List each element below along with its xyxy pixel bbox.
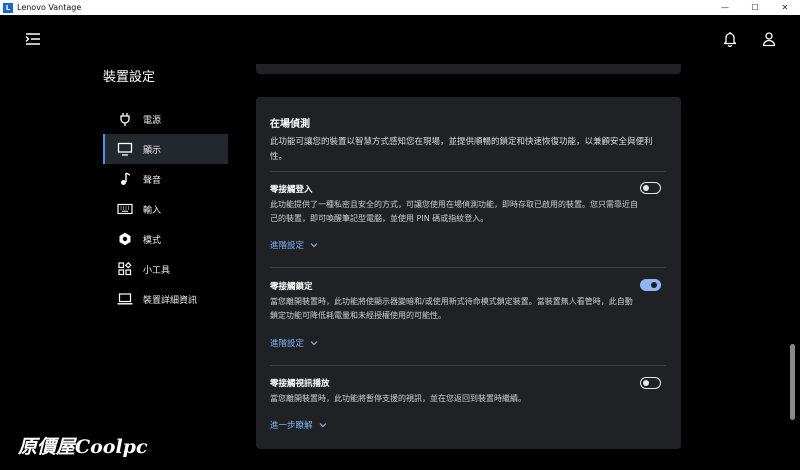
zero-touch-video-toggle[interactable] <box>640 377 661 389</box>
laptop-icon <box>117 293 133 305</box>
advanced-settings-link[interactable]: 進階設定 <box>270 337 318 349</box>
sidebar-item-label: 顯示 <box>143 145 162 156</box>
sidebar-nav: 電源 顯示 聲音 輸入 模式 小工具 裝置詳細資訊 <box>103 104 228 314</box>
section-title: 在場偵測 <box>270 119 310 130</box>
power-plug-icon <box>120 113 130 126</box>
widgets-icon <box>118 262 132 276</box>
presence-detection-card: 在場偵測 此功能可讓您的裝置以智慧方式感知您在現場，並提供順暢的鎖定和快速恢復功… <box>256 97 681 449</box>
divider <box>270 171 666 172</box>
close-button[interactable]: ✕ <box>770 0 800 15</box>
setting-title-zero-touch-lock: 零接觸鎖定 <box>270 282 313 292</box>
setting-title-zero-touch-login: 零接觸登入 <box>270 185 313 195</box>
divider <box>270 267 666 268</box>
zero-touch-login-toggle[interactable] <box>640 182 661 194</box>
hexagon-mode-icon <box>119 232 131 246</box>
sidebar-item-mode[interactable]: 模式 <box>103 224 228 254</box>
setting-description: 當您離開裝置時，此功能將暫停支援的視訊，並在您返回到裝置時繼續。 <box>270 394 526 403</box>
watermark-logo: 原價屋Coolpc <box>18 436 148 458</box>
window-title-bar: L Lenovo Vantage — ☐ ✕ <box>0 0 800 15</box>
sidebar-item-power[interactable]: 電源 <box>103 104 228 134</box>
sidebar-item-label: 裝置詳細資訊 <box>143 295 198 306</box>
collapse-menu-icon[interactable] <box>25 32 41 46</box>
minimize-button[interactable]: — <box>710 0 740 15</box>
sidebar-item-sound[interactable]: 聲音 <box>103 164 228 194</box>
toggle-knob <box>651 281 657 288</box>
previous-section-card <box>256 64 681 74</box>
toggle-knob <box>643 184 649 191</box>
scrollbar-thumb[interactable] <box>790 344 795 420</box>
sidebar-item-label: 模式 <box>143 235 162 246</box>
sidebar-item-label: 電源 <box>143 115 162 126</box>
setting-description: 此功能提供了一種私密且安全的方式，可讓您使用在場偵測功能，即時存取已啟用的裝置。… <box>270 200 638 223</box>
sidebar-item-widgets[interactable]: 小工具 <box>103 254 228 284</box>
sidebar-item-label: 輸入 <box>143 205 162 216</box>
link-label: 進階設定 <box>270 339 305 349</box>
zero-touch-lock-toggle[interactable] <box>640 279 661 291</box>
learn-more-link[interactable]: 進一步瞭解 <box>270 419 327 431</box>
setting-description: 當您離開裝置時，此功能將使顯示器變暗和/或使用新式待命模式鎖定裝置。當裝置無人看… <box>270 297 633 320</box>
maximize-button[interactable]: ☐ <box>740 0 770 15</box>
sidebar-item-display[interactable]: 顯示 <box>103 134 228 164</box>
link-label: 進階設定 <box>270 241 305 251</box>
link-label: 進一步瞭解 <box>270 421 313 431</box>
divider <box>270 365 666 366</box>
sidebar-item-input[interactable]: 輸入 <box>103 194 228 224</box>
chevron-down-icon <box>310 341 318 346</box>
section-description: 此功能可讓您的裝置以智慧方式感知您在現場，並提供順暢的鎖定和快速恢復功能，以兼顧… <box>270 137 653 162</box>
notification-bell-icon[interactable] <box>723 31 737 47</box>
lenovo-logo-icon: L <box>3 2 13 13</box>
toggle-knob <box>643 379 649 386</box>
chevron-down-icon <box>319 423 326 428</box>
sidebar-item-label: 小工具 <box>143 265 171 276</box>
sidebar-item-device-details[interactable]: 裝置詳細資訊 <box>103 284 228 314</box>
sidebar-title: 裝置設定 <box>103 70 156 85</box>
chevron-down-icon <box>310 243 318 248</box>
advanced-settings-link[interactable]: 進階設定 <box>270 239 318 251</box>
sidebar-item-label: 聲音 <box>143 175 162 186</box>
keyboard-icon <box>117 203 133 215</box>
setting-title-zero-touch-video: 零接觸視訊播放 <box>270 379 330 389</box>
user-account-icon[interactable] <box>762 31 776 47</box>
music-note-icon <box>121 172 131 185</box>
monitor-icon <box>117 142 133 156</box>
window-title: Lenovo Vantage <box>17 3 82 12</box>
